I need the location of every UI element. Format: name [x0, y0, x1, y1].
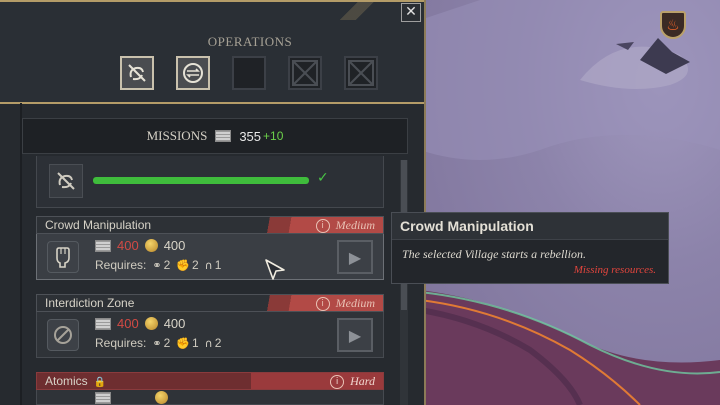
fist-icon: ✊ [176, 336, 190, 350]
mission-progress-bar [93, 177, 309, 184]
operation-slot-4 [288, 56, 322, 90]
start-mission-button[interactable]: ▶ [337, 240, 373, 274]
ornament [328, 0, 388, 20]
requires-label: Requires: [95, 258, 147, 272]
play-icon: ▶ [348, 325, 362, 345]
world-map[interactable]: ♨ [420, 0, 720, 405]
lock-icon: 🔒 [93, 377, 107, 388]
mission-requirements: Requires: ⚭ 2 ✊ 2 ∩ 1 [95, 258, 221, 272]
info-icon[interactable]: i [330, 375, 345, 389]
gold-coin-icon [144, 239, 158, 252]
locked-slot-icon [348, 60, 374, 86]
missions-count: 355 [239, 128, 262, 144]
operation-slot-3[interactable] [232, 56, 266, 90]
tooltip-title: Crowd Manipulation [392, 213, 668, 240]
active-mission-card: ✓ [36, 156, 384, 208]
req-value: 2 [163, 258, 171, 272]
mission-card-interdiction-zone[interactable]: 400 400 Requires: ⚭ 2 ✊ 1 ∩ 2 ▶ [36, 312, 384, 358]
difficulty-badge: i Medium [251, 295, 383, 311]
operations-panel: ✕ OPERATIONS MISSIONS 355 +10 ✓ Crowd Ma… [0, 0, 426, 405]
no-entry-icon [47, 319, 79, 351]
mission-name: Interdiction Zone [45, 296, 135, 310]
info-icon[interactable]: i [315, 219, 330, 233]
operation-slot-1[interactable] [120, 56, 154, 90]
mission-cost: 400 400 [95, 238, 185, 253]
operation-slot-2[interactable] [176, 56, 210, 90]
play-icon: ▶ [348, 247, 362, 267]
mission-name-text: Atomics [45, 374, 88, 388]
mission-name: Crowd Manipulation [45, 218, 152, 232]
mission-name: Atomics 🔒 [45, 374, 106, 388]
mission-title-crowd-manipulation[interactable]: Crowd Manipulation i Medium [36, 216, 384, 234]
req-value: 1 [214, 258, 222, 272]
mission-cost: 400 400 [95, 316, 185, 331]
difficulty-badge: i Hard [251, 373, 383, 389]
close-button[interactable]: ✕ [401, 3, 421, 22]
mission-card-atomics[interactable] [36, 390, 384, 405]
mission-cost [95, 391, 168, 404]
operation-slot-5 [344, 56, 378, 90]
link-icon: ⚭ [152, 336, 162, 350]
cost-intel: 400 [117, 316, 139, 331]
req-value: 1 [191, 336, 199, 350]
locked-slot-icon [292, 60, 318, 86]
difficulty-badge: i Medium [251, 217, 383, 233]
raised-fist-icon [47, 241, 79, 273]
mission-title-interdiction-zone[interactable]: Interdiction Zone i Medium [36, 294, 384, 312]
difficulty-label: Medium [335, 296, 375, 310]
requires-label: Requires: [95, 336, 147, 350]
coin-swap-icon [178, 58, 208, 88]
req-value: 2 [214, 336, 222, 350]
cost-intel: 400 [117, 238, 139, 253]
progress-fill [93, 177, 309, 184]
link-icon: ⚭ [152, 258, 162, 272]
mouse-cursor-icon [265, 259, 285, 280]
cancel-swirl-icon [49, 164, 83, 198]
missions-label: MISSIONS [146, 128, 208, 143]
tooltip-description: The selected Village starts a rebellion. [402, 247, 586, 261]
mission-title-atomics[interactable]: Atomics 🔒 i Hard [36, 372, 384, 390]
check-icon: ✓ [317, 170, 329, 186]
start-mission-button[interactable]: ▶ [337, 318, 373, 352]
gold-coin-icon [144, 317, 158, 330]
difficulty-label: Hard [350, 374, 375, 388]
operations-bar: ✕ OPERATIONS [0, 0, 424, 104]
mission-card-crowd-manipulation[interactable]: 400 400 Requires: ⚭ 2 ✊ 2 ∩ 1 ▶ [36, 234, 384, 280]
fire-badge-icon[interactable]: ♨ [660, 11, 686, 39]
fist-icon: ✊ [176, 258, 190, 272]
missions-income: +10 [263, 129, 284, 143]
intel-resource-icon [95, 391, 111, 404]
map-terrain [420, 0, 720, 405]
intel-resource-icon [95, 239, 111, 252]
missions-header: MISSIONS 355 +10 [22, 118, 408, 154]
magnet-icon: ∩ [204, 258, 213, 272]
tooltip-warning: Missing resources. [573, 264, 656, 276]
magnet-icon: ∩ [204, 336, 213, 350]
gold-coin-icon [155, 391, 168, 404]
intel-resource-icon [95, 317, 111, 330]
cancel-swirl-icon [122, 58, 152, 88]
intel-resource-icon [215, 130, 232, 142]
cost-gold: 400 [163, 316, 186, 331]
req-value: 2 [191, 258, 199, 272]
info-icon[interactable]: i [315, 297, 330, 311]
mission-requirements: Requires: ⚭ 2 ✊ 1 ∩ 2 [95, 336, 221, 350]
cost-gold: 400 [163, 238, 186, 253]
mission-tooltip: Crowd Manipulation The selected Village … [391, 212, 669, 284]
difficulty-label: Medium [335, 218, 375, 232]
req-value: 2 [163, 336, 171, 350]
operations-title: OPERATIONS [207, 34, 293, 49]
